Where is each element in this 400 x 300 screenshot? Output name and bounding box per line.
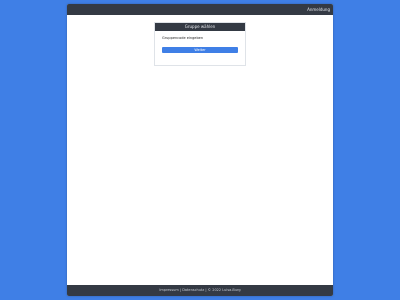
- copyright-text: | © 2022 Luisa-Burg: [204, 288, 241, 292]
- card-message: Gruppencode eingeben: [162, 36, 204, 40]
- continue-button[interactable]: Weiter: [162, 47, 238, 53]
- card-body: Gruppencode eingeben Weiter: [155, 31, 245, 53]
- group-select-card: Gruppe wählen Gruppencode eingeben Weite…: [154, 22, 246, 66]
- login-link[interactable]: Anmeldung: [307, 5, 330, 14]
- card-title: Gruppe wählen: [155, 23, 245, 31]
- footer: Impressum | Datenschutz | © 2022 Luisa-B…: [67, 285, 333, 296]
- app-window: Anmeldung Gruppe wählen Gruppencode eing…: [67, 4, 333, 296]
- top-navbar: Anmeldung: [67, 4, 333, 15]
- imprint-link[interactable]: Impressum: [159, 288, 178, 292]
- privacy-link[interactable]: Datenschutz: [182, 288, 204, 292]
